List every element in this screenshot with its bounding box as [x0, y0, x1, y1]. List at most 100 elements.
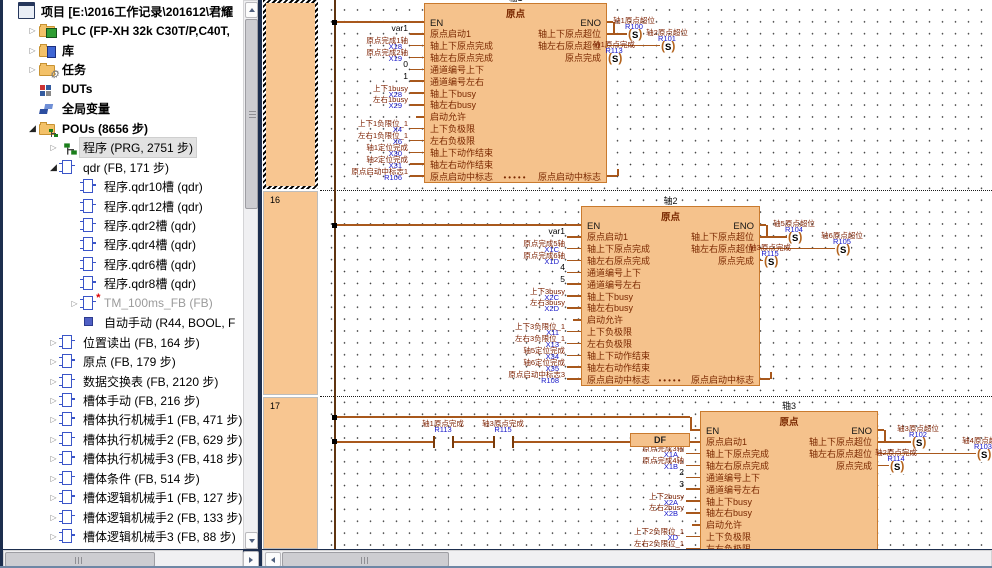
contact-operand-label[interactable]: 轴3原点完成R115	[458, 420, 548, 434]
operand-literal[interactable]: var1	[320, 24, 408, 33]
tree-item[interactable]: 程序.qdr8槽 (qdr)	[3, 274, 243, 293]
fb-input-pin-label: 通道编号上下	[430, 65, 484, 76]
function-block-轴1[interactable]: 原点ENENO原点启动1轴上下原点超位轴上下原点完成轴左右原点超位轴左右原点完成…	[424, 3, 607, 183]
df-instruction-box[interactable]: DF	[630, 433, 690, 447]
fb-icon	[60, 529, 78, 544]
editor-horizontal-scrollbar[interactable]	[262, 550, 992, 567]
network-cell[interactable]: 17	[263, 397, 318, 549]
tree-item[interactable]: ▷槽体逻辑机械手1 (FB, 127 步)	[3, 488, 243, 507]
tree-item[interactable]: ▷原点 (FB, 179 步)	[3, 352, 243, 371]
function-block-轴2[interactable]: 原点ENENO原点启动1轴上下原点超位轴上下原点完成轴左右原点超位轴左右原点完成…	[581, 206, 760, 386]
operand-literal[interactable]: 4	[417, 263, 565, 272]
tree-item[interactable]: ▷槽体执行机械手2 (FB, 629 步)	[3, 430, 243, 449]
fbd-editor-panel: 1617 轴1原点ENENO原点启动1轴上下原点超位轴上下原点完成轴左右原点超位…	[262, 0, 992, 549]
contact-bar[interactable]	[433, 436, 435, 448]
operand-literal[interactable]: var1	[417, 227, 565, 236]
tree-item[interactable]: ▷位置读出 (FB, 164 步)	[3, 333, 243, 352]
tree-vertical-scrollbar[interactable]	[243, 0, 258, 549]
operand-literal[interactable]: 5	[417, 275, 565, 284]
tree-item[interactable]: ▷槽体执行机械手1 (FB, 471 步)	[3, 410, 243, 429]
tree-item[interactable]: 程序.qdr12槽 (qdr)	[3, 197, 243, 216]
input-stub-wire	[567, 236, 581, 238]
operand-label[interactable]: 左右2busyX2B	[536, 504, 684, 518]
contact-bar[interactable]	[493, 436, 495, 448]
input-stub-wire	[410, 69, 424, 71]
operand-label[interactable]: 左右2负限位_1	[536, 540, 684, 548]
tree-item-label: 自动手动 (R44, BOOL, F	[101, 313, 238, 332]
tree-vscroll-thumb[interactable]	[245, 19, 258, 209]
fb-output-pin-label: 原点完成	[836, 461, 872, 472]
tree-item[interactable]: ▷槽体手动 (FB, 216 步)	[3, 391, 243, 410]
operand-label[interactable]: 原点启动中标志3R108	[417, 371, 565, 385]
tree-hscroll-thumb[interactable]	[5, 552, 155, 567]
expander-collapsed-icon[interactable]: ▷	[26, 26, 39, 35]
tree-item[interactable]: 全局变量	[3, 99, 243, 118]
fb-input-pin-label: 上下负极限	[430, 124, 475, 135]
tree-item[interactable]: ▷PLC (FP-XH 32k C30T/P,C40T,	[3, 21, 243, 40]
tree-item[interactable]: ▷*TM_100ms_FB (FB)	[3, 294, 243, 313]
tree-item-label: qdr (FB, 171 步)	[80, 158, 172, 177]
tree-item[interactable]: 程序.qdr4槽 (qdr)	[3, 235, 243, 254]
fb-pin-row: 轴左右busy	[587, 303, 754, 314]
tree-item[interactable]: ▷⚙任务	[3, 60, 243, 79]
tree-item[interactable]: ▷数据交换表 (FB, 2120 步)	[3, 372, 243, 391]
operand-address: R115	[724, 250, 816, 258]
tree-item[interactable]: 程序.qdr6槽 (qdr)	[3, 255, 243, 274]
fb-input-pin-label: 通道编号左右	[587, 280, 641, 291]
fb-pin-row: 轴上下动作结束	[587, 351, 754, 362]
operand-literal[interactable]: 3	[536, 480, 684, 489]
operand-label[interactable]: 左右3busyX2D	[417, 299, 565, 313]
coil-operand-label[interactable]: 轴2原点完成R114	[850, 449, 942, 463]
tree-item[interactable]: ▷槽体逻辑机械手2 (FB, 133 步)	[3, 508, 243, 527]
operand-address: X29	[320, 102, 408, 110]
fb-pin-row: 通道编号上下	[430, 65, 601, 76]
operand-label[interactable]: 原点启动中标志1R106	[320, 168, 408, 182]
tree-item[interactable]: ▷槽体条件 (FB, 514 步)	[3, 469, 243, 488]
tree-item-label: 库	[59, 41, 77, 60]
input-stub-wire	[567, 260, 581, 262]
contact-bar[interactable]	[452, 436, 454, 448]
tree-item[interactable]: ▷程序 (PRG, 2751 步)	[3, 138, 243, 157]
coil-operand-label[interactable]: 轴4原点超位R103	[937, 437, 992, 451]
tree-item[interactable]: ▷槽体逻辑机械手3 (FB, 88 步)	[3, 527, 243, 546]
scroll-down-button[interactable]	[245, 532, 258, 549]
scroll-up-button[interactable]	[245, 2, 258, 18]
network-cell[interactable]: 16	[263, 191, 318, 395]
tree-item[interactable]: ▷槽体执行机械手3 (FB, 418 步)	[3, 449, 243, 468]
function-block-轴3[interactable]: 原点ENENO原点启动1轴上下原点超位轴上下原点完成轴左右原点超位轴左右原点完成…	[700, 411, 878, 549]
tree-item[interactable]: 自动手动 (R44, BOOL, F	[3, 313, 243, 332]
fb-input-pin-label: 轴上下原点完成	[706, 449, 769, 460]
fb-pin-row: 上下负极限	[430, 124, 601, 135]
tree-item[interactable]: DUTs	[3, 80, 243, 99]
network-cell-selected[interactable]	[263, 0, 318, 189]
fb-pin-row: 轴左右原点完成原点完成	[587, 256, 754, 267]
contact-bar[interactable]	[512, 436, 514, 448]
tree-item[interactable]: ◢POUs (8656 步)	[3, 119, 243, 138]
operand-label[interactable]: 左右1busyX29	[320, 96, 408, 110]
expander-collapsed-icon[interactable]: ▷	[26, 65, 39, 74]
operand-literal[interactable]: 0	[320, 60, 408, 69]
operand-literal[interactable]: 1	[320, 72, 408, 81]
operand-literal[interactable]: 2	[536, 468, 684, 477]
tree-item[interactable]: 项目 [E:\2016工作记录\201612\君耀	[3, 2, 243, 21]
tree-item[interactable]: ◢qdr (FB, 171 步)	[3, 158, 243, 177]
expander-open-icon[interactable]: ◢	[26, 123, 39, 134]
coil-operand-label[interactable]: 轴3原点完成R115	[724, 244, 816, 258]
tree-item-label: DUTs	[59, 81, 95, 97]
expander-collapsed-icon[interactable]: ▷	[26, 46, 39, 55]
input-stub-wire	[567, 378, 581, 380]
fbd-canvas[interactable]: 轴1原点ENENO原点启动1轴上下原点超位轴上下原点完成轴左右原点超位轴左右原点…	[320, 0, 992, 549]
tree-item[interactable]: 程序.qdr2槽 (qdr)	[3, 216, 243, 235]
fb-input-pin-label: 通道编号上下	[587, 268, 641, 279]
input-stub-wire	[686, 548, 700, 549]
fb-pin-row: 原点启动1轴上下原点超位	[430, 29, 601, 40]
editor-hscroll-thumb[interactable]	[282, 552, 449, 567]
fb-pin-row: 上下负极限	[587, 327, 754, 338]
tree-item[interactable]: 程序.qdr10槽 (qdr)	[3, 177, 243, 196]
expander-collapsed-icon[interactable]: ▷	[47, 143, 60, 152]
coil-operand-label[interactable]: 轴1原点完成R113	[568, 41, 660, 55]
tree-item[interactable]: ▷库	[3, 41, 243, 60]
fb-pin-row: 轴左右原点完成原点完成	[706, 461, 872, 472]
tree-horizontal-scrollbar[interactable]	[3, 550, 243, 567]
editor-scroll-left-button[interactable]	[265, 552, 281, 567]
